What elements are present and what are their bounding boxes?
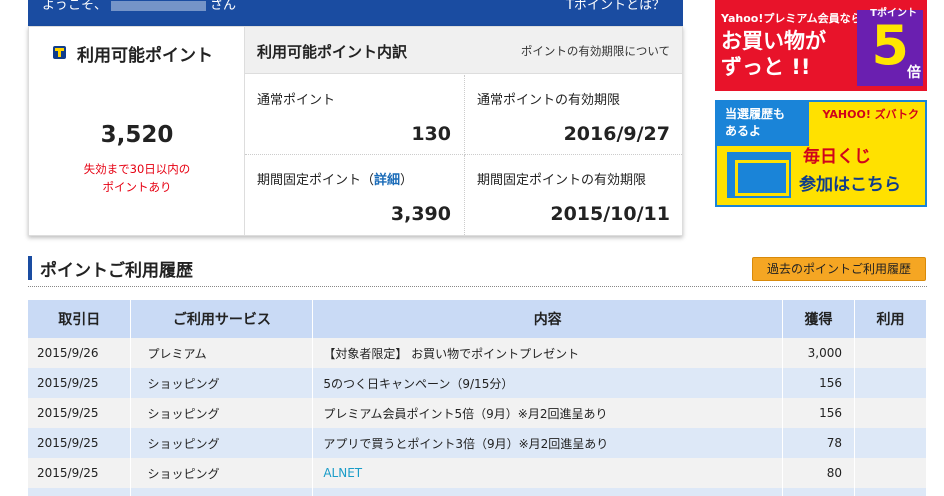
row-date: 2015/9/25 bbox=[28, 428, 132, 458]
expire-warning: 失効まで30日以内の ポイントあり bbox=[29, 160, 245, 196]
row-content: プレミアム会員ポイント5倍（9月）※月2回進呈あり bbox=[312, 398, 784, 428]
gift-box-icon bbox=[727, 152, 791, 198]
normal-points-cell: 通常ポイント 130 bbox=[245, 75, 463, 155]
table-row: 2015/9/25 ショッピング プレミアム会員ポイント5倍（9月）※月2回進呈… bbox=[28, 398, 927, 428]
kuji-title: 毎日くじ bbox=[803, 147, 871, 167]
welcome-bar: ようこそ、 さん Tポイントとは？ bbox=[28, 0, 683, 26]
history-table: 取引日 ご利用サービス 内容 獲得 利用 2015/9/26 プレミアム 【対象… bbox=[28, 300, 927, 496]
row-service: ショッピング bbox=[130, 398, 314, 428]
premium-banner-headline: お買い物が ずっと !! bbox=[721, 28, 826, 80]
normal-expiry-label: 通常ポイントの有効期限 bbox=[477, 93, 621, 108]
about-tpoint-link[interactable]: Tポイントとは？ bbox=[566, 0, 665, 13]
col-used: 利用 bbox=[854, 300, 927, 338]
row-used bbox=[854, 398, 927, 428]
kuji-history-line2: あるよ bbox=[725, 124, 762, 138]
row-earned: 156 bbox=[782, 368, 855, 398]
fixed-expiry-cell: 期間固定ポイントの有効期限 2015/10/11 bbox=[464, 155, 682, 235]
row-date bbox=[28, 488, 132, 496]
fixed-expiry-label: 期間固定ポイントの有効期限 bbox=[477, 173, 647, 188]
kuji-history-badge: 当選履歴も あるよ bbox=[717, 102, 809, 146]
table-row: 2015/9/25 ショッピング 5のつく日キャンペーン（9/15分） 156 bbox=[28, 368, 927, 398]
kuji-banner[interactable]: 当選履歴も あるよ YAHOO! ズバトク 毎日くじ 参加はこちら bbox=[715, 100, 927, 207]
history-header-row: 取引日 ご利用サービス 内容 獲得 利用 bbox=[28, 300, 927, 338]
premium-banner-times: 倍 bbox=[907, 65, 921, 81]
table-row: 2015/9/25 ショッピング アプリで買うとポイント3倍（9月）※月2回進呈… bbox=[28, 428, 927, 458]
col-service: ご利用サービス bbox=[130, 300, 314, 338]
row-content: 5のつく日キャンペーン（9/15分） bbox=[312, 368, 784, 398]
table-row: 2015/9/26 プレミアム 【対象者限定】 お買い物でポイントプレゼント 3… bbox=[28, 338, 927, 368]
col-content: 内容 bbox=[312, 300, 784, 338]
points-card: 利用可能ポイント 3,520 失効まで30日以内の ポイントあり 利用可能ポイン… bbox=[28, 26, 683, 236]
merchant-link[interactable]: ALNET bbox=[323, 466, 362, 480]
fixed-points-value: 3,390 bbox=[390, 203, 451, 225]
row-service bbox=[130, 488, 314, 496]
normal-points-label: 通常ポイント bbox=[257, 93, 336, 108]
row-earned: 78 bbox=[782, 428, 855, 458]
masked-username bbox=[111, 0, 207, 11]
fixed-expiry-value: 2015/10/11 bbox=[550, 203, 670, 225]
row-earned: 3,000 bbox=[782, 338, 855, 368]
fixed-points-label-end: ） bbox=[400, 173, 414, 188]
row-service: ショッピング bbox=[130, 458, 314, 488]
yahoo-zubatoku-logo: YAHOO! ズバトク bbox=[822, 108, 919, 121]
past-history-button[interactable]: 過去のポイントご利用履歴 bbox=[752, 257, 926, 281]
welcome-text: ようこそ、 さん bbox=[42, 0, 236, 13]
row-earned: 156 bbox=[782, 398, 855, 428]
row-service: ショッピング bbox=[130, 428, 314, 458]
row-service: プレミアム bbox=[130, 338, 314, 368]
fixed-points-label: 期間固定ポイント（詳細） bbox=[257, 169, 413, 188]
available-points-label: 利用可能ポイント bbox=[77, 46, 213, 66]
premium-banner[interactable]: Yahoo!プレミアム会員なら お買い物が ずっと !! Tポイント 5 倍 bbox=[715, 0, 927, 91]
breakdown-panel: 利用可能ポイント内訳 ポイントの有効期限について 通常ポイント 130 通常ポイ… bbox=[245, 27, 682, 235]
row-used bbox=[854, 488, 927, 496]
row-date: 2015/9/26 bbox=[28, 338, 132, 368]
expire-warning-line2: ポイントあり bbox=[102, 180, 172, 194]
normal-expiry-value: 2016/9/27 bbox=[563, 123, 670, 145]
table-row bbox=[28, 488, 927, 496]
row-earned: 80 bbox=[782, 458, 855, 488]
row-used bbox=[854, 458, 927, 488]
premium-banner-line2: ずっと !! bbox=[721, 55, 811, 79]
col-date: 取引日 bbox=[28, 300, 132, 338]
premium-banner-small: Yahoo!プレミアム会員なら bbox=[721, 12, 862, 25]
normal-expiry-cell: 通常ポイントの有効期限 2016/9/27 bbox=[464, 75, 682, 155]
row-service: ショッピング bbox=[130, 368, 314, 398]
breakdown-title: 利用可能ポイント内訳 bbox=[257, 43, 408, 61]
breakdown-header: 利用可能ポイント内訳 ポイントの有効期限について bbox=[245, 27, 682, 74]
tpoint-logo-icon bbox=[53, 46, 66, 59]
premium-banner-five: 5 bbox=[871, 14, 909, 77]
normal-points-value: 130 bbox=[411, 123, 451, 145]
fixed-points-label-text: 期間固定ポイント（ bbox=[257, 173, 375, 188]
col-earned: 獲得 bbox=[782, 300, 855, 338]
row-content bbox=[312, 488, 784, 496]
row-earned bbox=[782, 488, 855, 496]
available-points-panel: 利用可能ポイント 3,520 失効まで30日以内の ポイントあり bbox=[29, 27, 245, 235]
fixed-points-cell: 期間固定ポイント（詳細） 3,390 bbox=[245, 155, 463, 235]
premium-banner-line1: お買い物が bbox=[721, 29, 826, 53]
section-divider bbox=[28, 286, 927, 287]
row-date: 2015/9/25 bbox=[28, 368, 132, 398]
fixed-points-detail-link[interactable]: 詳細 bbox=[374, 173, 400, 188]
available-points-value: 3,520 bbox=[100, 122, 174, 148]
welcome-suffix: さん bbox=[210, 0, 237, 13]
row-date: 2015/9/25 bbox=[28, 458, 132, 488]
kuji-join: 参加はこちら bbox=[799, 175, 901, 195]
row-used bbox=[854, 338, 927, 368]
row-date: 2015/9/25 bbox=[28, 398, 132, 428]
row-content: アプリで買うとポイント3倍（9月）※月2回進呈あり bbox=[312, 428, 784, 458]
table-row: 2015/9/25 ショッピング ALNET 80 bbox=[28, 458, 927, 488]
row-content: 【対象者限定】 お買い物でポイントプレゼント bbox=[312, 338, 784, 368]
row-used bbox=[854, 428, 927, 458]
welcome-prefix: ようこそ、 bbox=[42, 0, 108, 13]
section-marker bbox=[28, 256, 32, 280]
expiry-info-link[interactable]: ポイントの有効期限について bbox=[521, 43, 670, 59]
history-title: ポイントご利用履歴 bbox=[40, 261, 193, 281]
kuji-history-line1: 当選履歴も bbox=[725, 107, 786, 121]
expire-warning-line1: 失効まで30日以内の bbox=[83, 162, 191, 176]
row-content: ALNET bbox=[312, 458, 784, 488]
row-used bbox=[854, 368, 927, 398]
